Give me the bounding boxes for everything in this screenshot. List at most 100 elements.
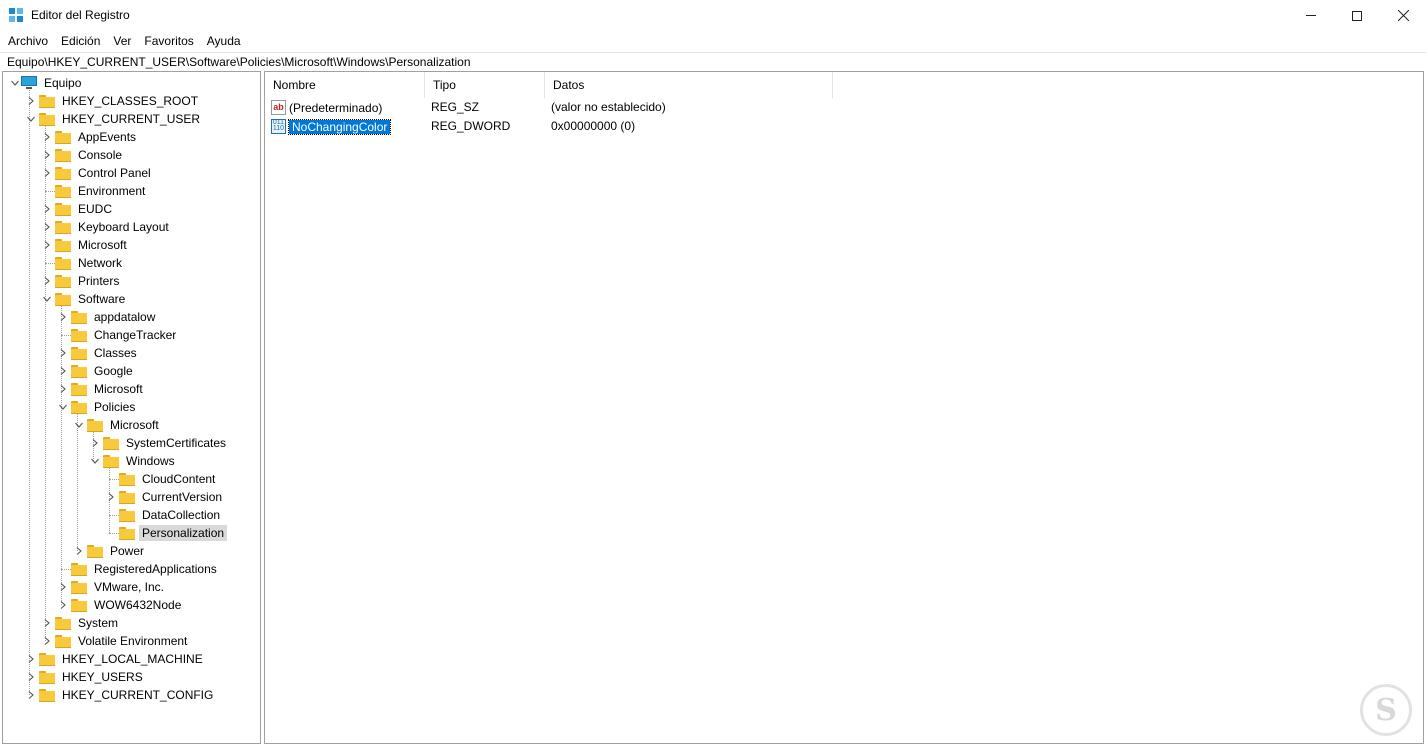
chevron-right-icon[interactable] (57, 308, 69, 326)
chevron-down-icon[interactable] (25, 110, 37, 128)
chevron-down-icon[interactable] (89, 452, 101, 470)
chevron-right-icon[interactable] (25, 650, 37, 668)
chevron-right-icon[interactable] (57, 380, 69, 398)
column-header-datos[interactable]: Datos (545, 72, 833, 98)
chevron-right-icon[interactable] (25, 92, 37, 110)
tree-item-label: Environment (78, 184, 146, 198)
tree-item[interactable]: Windows (89, 452, 178, 470)
tree-item-label: HKEY_CURRENT_CONFIG (62, 688, 214, 702)
menu-ver[interactable]: Ver (105, 31, 136, 51)
tree-item[interactable]: Google (57, 362, 136, 380)
chevron-right-icon[interactable] (57, 596, 69, 614)
chevron-right-icon[interactable] (41, 128, 53, 146)
tree-item-label: Control Panel (78, 166, 151, 180)
tree-connector (105, 470, 117, 488)
chevron-right-icon[interactable] (89, 434, 101, 452)
tree-item[interactable]: Network (41, 254, 125, 272)
menu-ayuda[interactable]: Ayuda (199, 31, 246, 51)
chevron-right-icon[interactable] (41, 164, 53, 182)
chevron-down-icon[interactable] (9, 74, 21, 92)
tree-item-label: HKEY_CURRENT_USER (62, 112, 201, 126)
tree-item[interactable]: WOW6432Node (57, 596, 184, 614)
chevron-right-icon[interactable] (25, 686, 37, 704)
tree-item[interactable]: SystemCertificates (89, 434, 229, 452)
tree-item[interactable]: Policies (57, 398, 138, 416)
tree-item[interactable]: Volatile Environment (41, 632, 190, 650)
tree-item[interactable]: Software (41, 290, 128, 308)
tree-item[interactable]: CurrentVersion (105, 488, 225, 506)
value-name: NoChangingColor (287, 118, 392, 135)
address-bar[interactable]: Equipo\HKEY_CURRENT_USER\Software\Polici… (0, 52, 1426, 71)
tree-item[interactable]: Microsoft (57, 380, 146, 398)
tree-item[interactable]: HKEY_LOCAL_MACHINE (25, 650, 206, 668)
tree-item[interactable]: HKEY_USERS (25, 668, 146, 686)
tree-item-label: Power (110, 544, 145, 558)
tree-item[interactable]: HKEY_CURRENT_CONFIG (25, 686, 216, 704)
tree-item[interactable]: DataCollection (105, 506, 223, 524)
maximize-button[interactable] (1334, 0, 1380, 31)
tree-item[interactable]: Microsoft (41, 236, 130, 254)
minimize-button[interactable] (1288, 0, 1334, 31)
tree-item-label: HKEY_CLASSES_ROOT (62, 94, 199, 108)
chevron-right-icon[interactable] (25, 668, 37, 686)
value-type: REG_SZ (431, 100, 480, 114)
chevron-right-icon[interactable] (73, 542, 85, 560)
chevron-right-icon[interactable] (41, 146, 53, 164)
chevron-down-icon[interactable] (73, 416, 85, 434)
tree-item[interactable]: Environment (41, 182, 148, 200)
chevron-down-icon[interactable] (41, 290, 53, 308)
folder-icon (71, 580, 87, 594)
tree-item[interactable]: Equipo (9, 74, 84, 92)
chevron-right-icon[interactable] (57, 578, 69, 596)
folder-icon (71, 400, 87, 414)
watermark-logo: S (1360, 684, 1412, 736)
chevron-right-icon[interactable] (41, 218, 53, 236)
close-button[interactable] (1380, 0, 1426, 31)
tree-connector (57, 326, 69, 344)
menu-archivo[interactable]: Archivo (0, 31, 53, 51)
column-header-nombre[interactable]: Nombre (265, 72, 425, 98)
tree-item[interactable]: AppEvents (41, 128, 139, 146)
chevron-right-icon[interactable] (57, 362, 69, 380)
tree-item[interactable]: HKEY_CURRENT_USER (25, 110, 203, 128)
chevron-right-icon[interactable] (41, 614, 53, 632)
tree-item[interactable]: Printers (41, 272, 122, 290)
tree-item[interactable]: CloudContent (105, 470, 218, 488)
column-header-tipo[interactable]: Tipo (425, 72, 545, 98)
chevron-right-icon[interactable] (41, 200, 53, 218)
tree-item[interactable]: appdatalow (57, 308, 158, 326)
tree-item[interactable]: Keyboard Layout (41, 218, 172, 236)
tree-item[interactable]: HKEY_CLASSES_ROOT (25, 92, 201, 110)
menu-favoritos[interactable]: Favoritos (136, 31, 198, 51)
folder-icon (55, 166, 71, 180)
tree-item[interactable]: RegisteredApplications (57, 560, 220, 578)
values-list[interactable]: Nombre Tipo Datos ab (Predeterminado) REG_… (264, 71, 1424, 744)
list-item[interactable]: 011 110 NoChangingColor (271, 117, 392, 136)
tree-connector (105, 506, 117, 524)
chevron-right-icon[interactable] (105, 488, 117, 506)
list-item[interactable]: ab (Predeterminado) (271, 98, 382, 117)
tree-item[interactable]: ChangeTracker (57, 326, 179, 344)
tree-item[interactable]: System (41, 614, 121, 632)
menu-edicion[interactable]: Edición (53, 31, 105, 51)
title-bar: Editor del Registro (0, 0, 1426, 31)
chevron-right-icon[interactable] (41, 272, 53, 290)
registry-tree[interactable]: Equipo HKEY_CLASSES_ROOT HKEY_CURRENT_USER… (2, 71, 261, 744)
chevron-right-icon[interactable] (41, 632, 53, 650)
tree-item[interactable]: EUDC (41, 200, 115, 218)
tree-item[interactable]: Control Panel (41, 164, 154, 182)
tree-item-label: ChangeTracker (94, 328, 177, 342)
tree-item-label: Volatile Environment (78, 634, 188, 648)
folder-icon (71, 328, 87, 342)
tree-item[interactable]: Classes (57, 344, 140, 362)
tree-item[interactable]: Power (73, 542, 147, 560)
tree-item[interactable]: Console (41, 146, 125, 164)
chevron-down-icon[interactable] (57, 398, 69, 416)
tree-item-label: Microsoft (110, 418, 159, 432)
chevron-right-icon[interactable] (41, 236, 53, 254)
tree-item[interactable]: Personalization (105, 524, 228, 542)
folder-icon (55, 220, 71, 234)
chevron-right-icon[interactable] (57, 344, 69, 362)
tree-item[interactable]: VMware, Inc. (57, 578, 167, 596)
tree-item[interactable]: Microsoft (73, 416, 162, 434)
